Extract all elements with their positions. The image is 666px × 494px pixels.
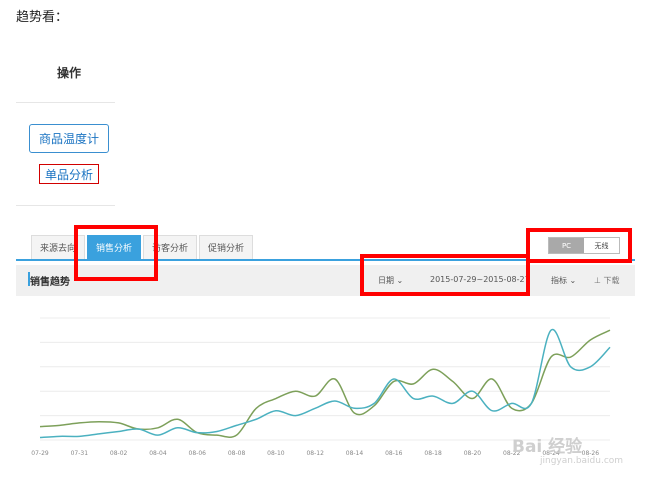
x-tick-label: 08-18	[424, 450, 442, 457]
x-tick-label: 08-04	[149, 450, 167, 457]
series-line-2	[39, 329, 611, 439]
x-tick-label: 08-20	[464, 450, 482, 457]
x-tick-label: 08-08	[228, 450, 246, 457]
watermark: Bai 经验	[512, 437, 583, 457]
x-tick-label: 08-02	[110, 450, 128, 457]
series-line-1	[39, 329, 611, 438]
x-tick-label: 08-10	[267, 450, 285, 457]
highlight-box-tab	[74, 225, 158, 281]
x-tick-label: 08-14	[346, 450, 364, 457]
x-tick-label: 07-31	[71, 450, 89, 457]
highlight-box-toggle	[526, 228, 632, 263]
x-tick-label: 08-16	[385, 450, 403, 457]
x-tick-label: 07-29	[31, 450, 49, 457]
x-tick-label: 08-06	[189, 450, 207, 457]
highlight-box-date	[360, 254, 530, 296]
x-tick-label: 08-12	[306, 450, 324, 457]
watermark-url: jingyan.baidu.com	[540, 456, 624, 466]
